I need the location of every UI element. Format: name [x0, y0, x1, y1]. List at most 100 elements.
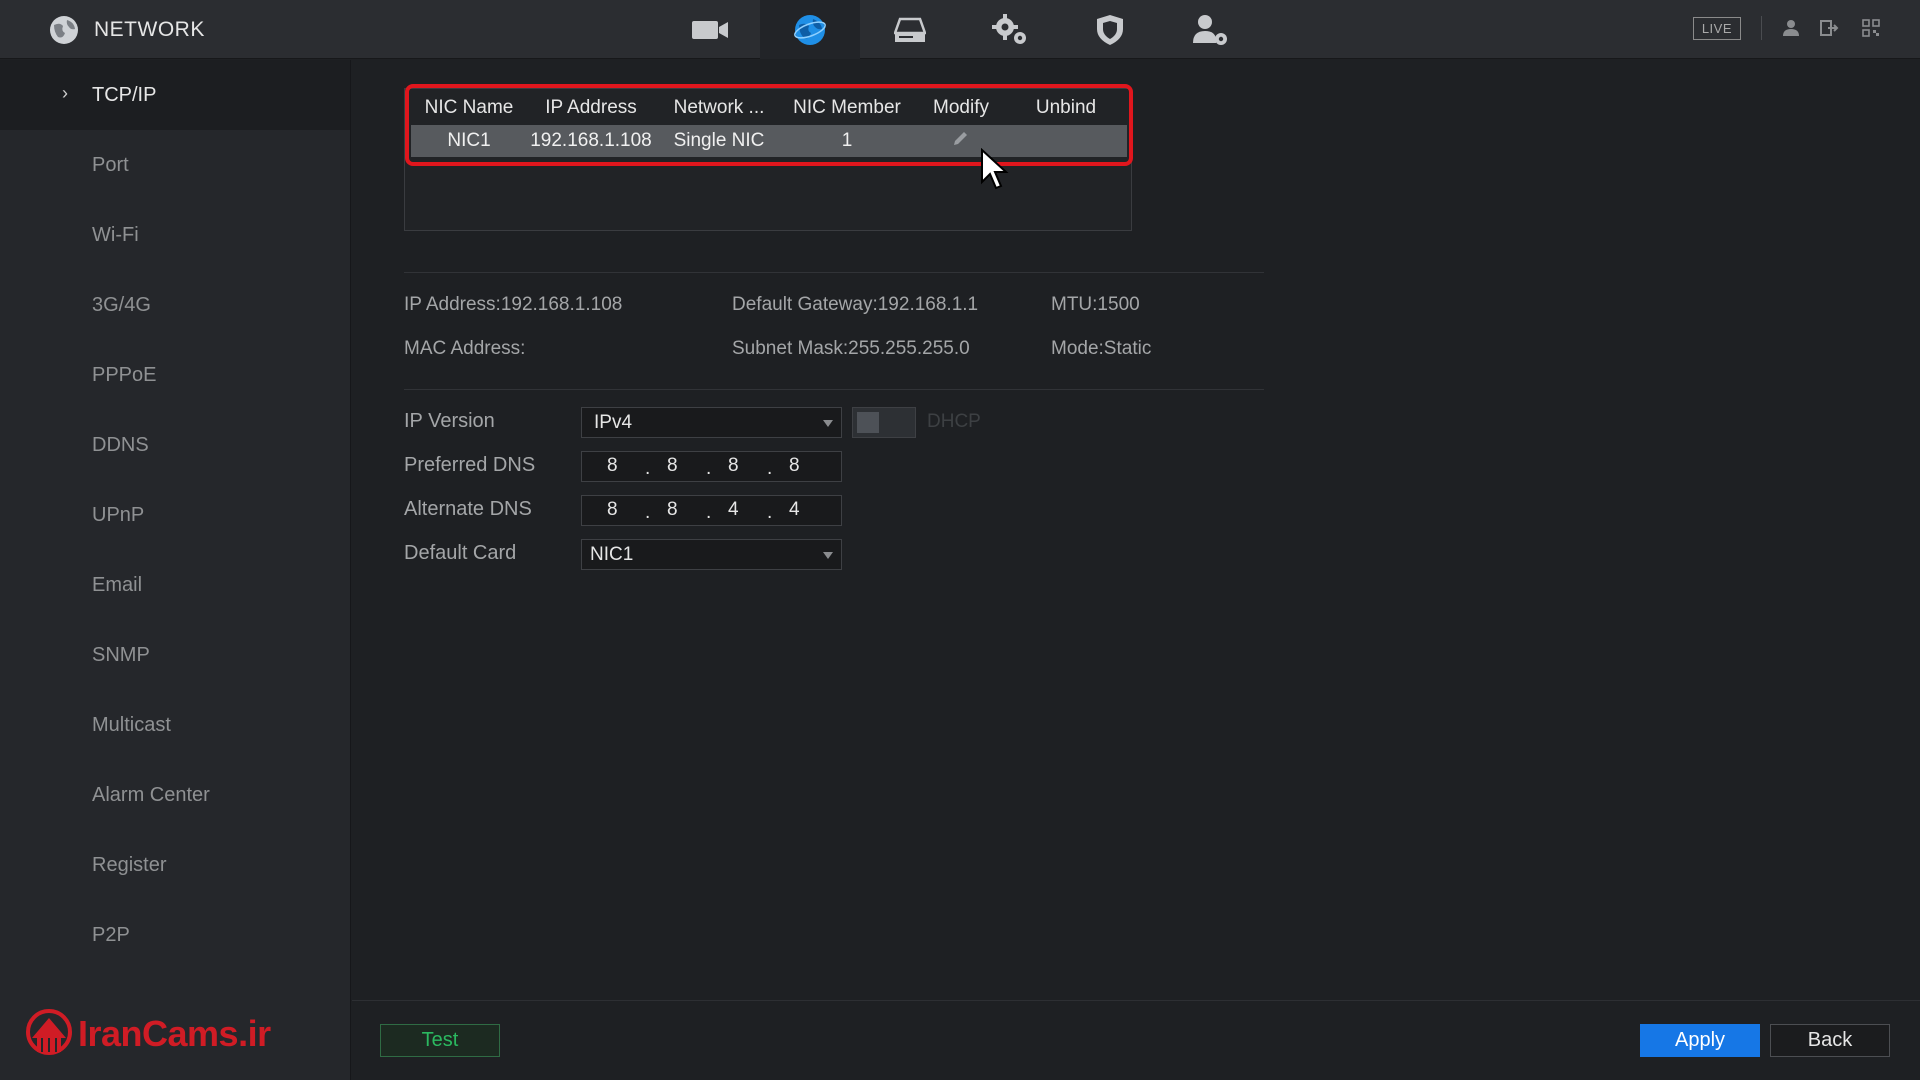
info-subnet-mask: Subnet Mask:255.255.255.0: [732, 338, 970, 359]
bottom-bar: Test Apply Back: [352, 1000, 1920, 1080]
default-card-value: NIC1: [590, 543, 634, 565]
preferred-dns-label: Preferred DNS: [404, 454, 536, 476]
ip-octet[interactable]: 4: [728, 499, 739, 521]
ip-octet[interactable]: 8: [789, 455, 800, 477]
ip-octet[interactable]: 8: [667, 499, 678, 521]
nav-camera[interactable]: [660, 0, 760, 59]
irancams-logo-icon: [26, 1009, 72, 1055]
back-button[interactable]: Back: [1770, 1024, 1890, 1057]
sidebar-item-label: UPnP: [92, 503, 145, 526]
col-header-nic-name[interactable]: NIC Name: [411, 97, 527, 119]
divider: [404, 389, 1264, 390]
ip-dot: .: [706, 502, 712, 523]
nav-system[interactable]: [960, 0, 1060, 59]
ip-octet[interactable]: 8: [607, 499, 618, 521]
main-content: NIC Name IP Address Network ... NIC Memb…: [352, 60, 1920, 1000]
ip-octet[interactable]: 8: [607, 455, 618, 477]
sidebar-item-label: Register: [92, 853, 167, 876]
sidebar-item-label: P2P: [92, 923, 130, 946]
chevron-down-icon: [823, 552, 833, 559]
sidebar-item-label: SNMP: [92, 643, 150, 666]
security-shield-icon: [1097, 14, 1123, 45]
ip-dot: .: [645, 458, 651, 479]
preferred-dns-input[interactable]: 8 . 8 . 8 . 8: [581, 451, 842, 482]
nav-security[interactable]: [1060, 0, 1160, 59]
sidebar-item-label: Port: [92, 153, 129, 176]
alternate-dns-label: Alternate DNS: [404, 498, 532, 520]
nav-storage[interactable]: [860, 0, 960, 59]
chevron-right-icon: ›: [62, 83, 68, 103]
ip-version-select[interactable]: IPv4: [581, 407, 842, 438]
alternate-dns-input[interactable]: 8 . 8 . 4 . 4: [581, 495, 842, 526]
sidebar-item-snmp[interactable]: SNMP: [0, 620, 350, 690]
col-header-modify: Modify: [933, 97, 989, 118]
info-mode: Mode:Static: [1051, 338, 1152, 359]
cell-nic-member: 1: [841, 130, 853, 151]
sidebar-item-label: DDNS: [92, 433, 149, 456]
sidebar-item-ddns[interactable]: DDNS: [0, 410, 350, 480]
brand: NETWORK: [48, 14, 205, 46]
page-title: NETWORK: [94, 18, 205, 41]
nav-network[interactable]: [760, 0, 860, 59]
apply-button[interactable]: Apply: [1640, 1024, 1760, 1057]
divider: [404, 272, 1264, 273]
logo-text: IranCams.ir: [78, 1013, 271, 1054]
nav-account[interactable]: [1160, 0, 1260, 59]
test-button[interactable]: Test: [380, 1024, 500, 1057]
table-header: NIC Name IP Address Network ... NIC Memb…: [411, 91, 1127, 125]
toggle-knob: [857, 412, 879, 433]
ip-dot: .: [767, 458, 773, 479]
sidebar-item-tcpip[interactable]: › TCP/IP: [0, 60, 350, 130]
ip-octet[interactable]: 4: [789, 499, 800, 521]
col-header-ip-address[interactable]: IP Address: [527, 97, 655, 119]
default-card-select[interactable]: NIC1: [581, 539, 842, 570]
top-bar: NETWORK LIVE: [0, 0, 1920, 59]
ip-version-label: IP Version: [404, 410, 495, 432]
sidebar-item-register[interactable]: Register: [0, 830, 350, 900]
ip-dot: .: [645, 502, 651, 523]
ip-octet[interactable]: 8: [667, 455, 678, 477]
camera-icon: [692, 20, 728, 39]
pencil-edit-icon[interactable]: [952, 129, 970, 147]
system-settings-icon: [992, 13, 1026, 44]
logout-icon[interactable]: [1820, 19, 1842, 37]
default-card-label: Default Card: [404, 542, 517, 564]
sidebar-item-wifi[interactable]: Wi-Fi: [0, 200, 350, 270]
sidebar-item-port[interactable]: Port: [0, 130, 350, 200]
sidebar-item-label: 3G/4G: [92, 293, 151, 316]
cell-ip-address: 192.168.1.108: [530, 130, 652, 151]
network-globe-icon: [794, 14, 826, 45]
sidebar-item-email[interactable]: Email: [0, 550, 350, 620]
cell-nic-name: NIC1: [447, 130, 491, 151]
sidebar-item-label: PPPoE: [92, 363, 157, 386]
user-icon[interactable]: [1782, 19, 1800, 37]
sidebar-item-upnp[interactable]: UPnP: [0, 480, 350, 550]
ip-dot: .: [706, 458, 712, 479]
nic-table-grid: NIC Name IP Address Network ... NIC Memb…: [411, 91, 1127, 157]
live-button[interactable]: LIVE: [1692, 16, 1741, 40]
dhcp-toggle[interactable]: [852, 407, 916, 438]
main-nav: [660, 0, 1260, 59]
dhcp-label: DHCP: [927, 411, 981, 432]
ip-version-value: IPv4: [594, 411, 633, 433]
qr-code-icon[interactable]: [1862, 19, 1880, 37]
nic-table: NIC Name IP Address Network ... NIC Memb…: [404, 88, 1132, 231]
info-default-gateway: Default Gateway:192.168.1.1: [732, 294, 979, 315]
account-settings-icon: [1193, 14, 1227, 45]
sidebar-item-label: Alarm Center: [92, 783, 210, 806]
sidebar-item-3g4g[interactable]: 3G/4G: [0, 270, 350, 340]
table-row[interactable]: NIC1 192.168.1.108 Single NIC 1: [411, 125, 1127, 157]
network-globe-icon: [50, 16, 78, 44]
irancams-logo: IranCams.ir: [24, 1008, 271, 1060]
sidebar-item-label: Wi-Fi: [92, 223, 139, 246]
col-header-nic-member[interactable]: NIC Member: [783, 97, 911, 119]
sidebar-item-label: TCP/IP: [92, 83, 157, 106]
col-header-network[interactable]: Network ...: [655, 97, 783, 119]
info-mac-address: MAC Address:: [404, 338, 526, 359]
ip-octet[interactable]: 8: [728, 455, 739, 477]
sidebar-item-alarm-center[interactable]: Alarm Center: [0, 760, 350, 830]
sidebar-item-p2p[interactable]: P2P: [0, 900, 350, 970]
mouse-cursor-icon: [981, 148, 1009, 190]
sidebar-item-multicast[interactable]: Multicast: [0, 690, 350, 760]
sidebar-item-pppoe[interactable]: PPPoE: [0, 340, 350, 410]
